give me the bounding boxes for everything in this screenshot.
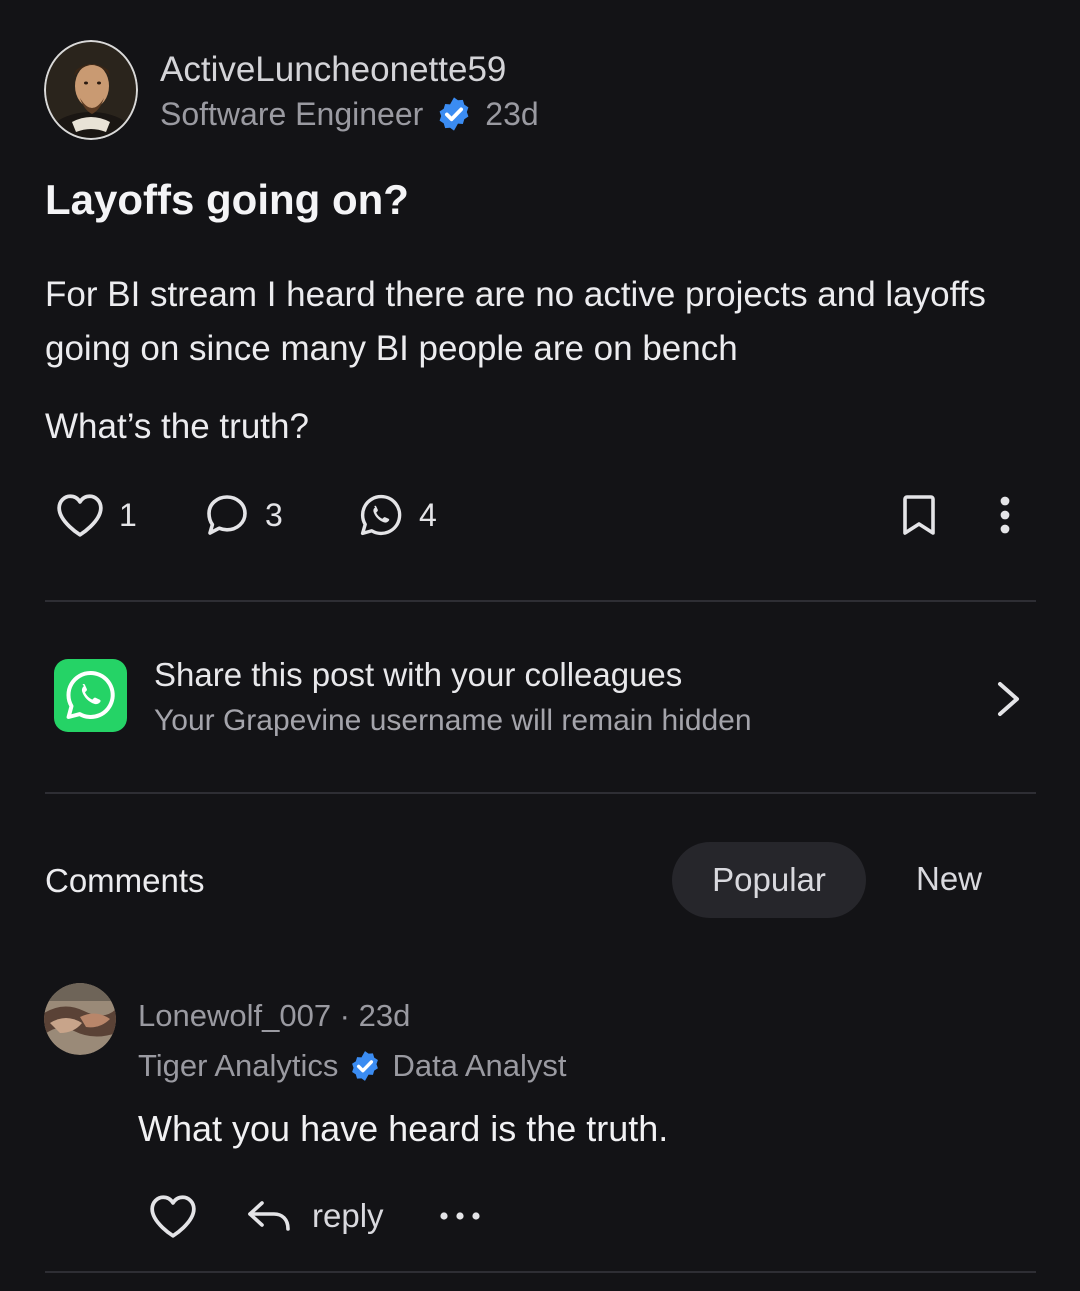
like-button[interactable]: 1 (55, 488, 137, 542)
post-action-bar: 1 3 4 (45, 488, 1035, 542)
sort-new-tab[interactable]: New (916, 860, 982, 898)
comment-more-button[interactable] (438, 1188, 482, 1244)
chevron-right-icon[interactable] (996, 680, 1022, 718)
author-avatar[interactable] (44, 40, 138, 140)
reply-label: reply (312, 1197, 384, 1234)
post-title: Layoffs going on? (45, 176, 409, 223)
reply-button[interactable]: reply (246, 1188, 384, 1244)
verified-badge-icon (348, 1049, 382, 1083)
divider (45, 1271, 1036, 1273)
whatsapp-share-button[interactable]: 4 (357, 488, 437, 542)
commenter-meta: Tiger Analytics Data Analyst (138, 1048, 566, 1084)
heart-icon (148, 1193, 198, 1239)
comment-icon (203, 491, 251, 539)
like-count: 1 (119, 496, 137, 533)
heart-icon (55, 492, 105, 538)
commenter-company: Tiger Analytics (138, 1048, 339, 1083)
sort-popular-tab[interactable]: Popular (672, 842, 866, 918)
commenter-avatar[interactable] (44, 983, 116, 1055)
comments-heading: Comments (45, 862, 205, 899)
whatsapp-app-icon (54, 659, 127, 732)
verified-badge-icon (435, 95, 473, 133)
commenter-role: Data Analyst (392, 1048, 567, 1083)
comment-action-bar: reply (148, 1188, 548, 1244)
comment-button[interactable]: 3 (203, 488, 283, 542)
bookmark-button[interactable] (897, 488, 941, 542)
divider (45, 600, 1036, 602)
share-count: 4 (419, 496, 437, 533)
post-body-paragraph: What’s the truth? (45, 407, 309, 446)
comment-like-button[interactable] (148, 1188, 198, 1244)
share-title: Share this post with your colleagues (154, 656, 683, 693)
more-vertical-icon (993, 495, 1017, 535)
author-meta: Software Engineer 23d (160, 95, 539, 133)
more-horizontal-icon (438, 1210, 482, 1222)
author-name[interactable]: ActiveLuncheonette59 (160, 50, 506, 90)
whatsapp-icon (357, 491, 405, 539)
commenter-name[interactable]: Lonewolf_007 · 23d (138, 998, 410, 1034)
post-body-paragraph: For BI stream I heard there are no activ… (45, 275, 986, 368)
share-subtitle: Your Grapevine username will remain hidd… (154, 704, 752, 737)
more-options-button[interactable] (993, 488, 1017, 542)
bookmark-icon (897, 491, 941, 539)
comment-text: What you have heard is the truth. (138, 1108, 669, 1149)
author-role: Software Engineer (160, 95, 424, 132)
post-age: 23d (485, 95, 539, 132)
comment-count: 3 (265, 496, 283, 533)
divider (45, 792, 1036, 794)
post-body: For BI stream I heard there are no activ… (45, 268, 1045, 478)
reply-arrow-icon (246, 1199, 294, 1233)
